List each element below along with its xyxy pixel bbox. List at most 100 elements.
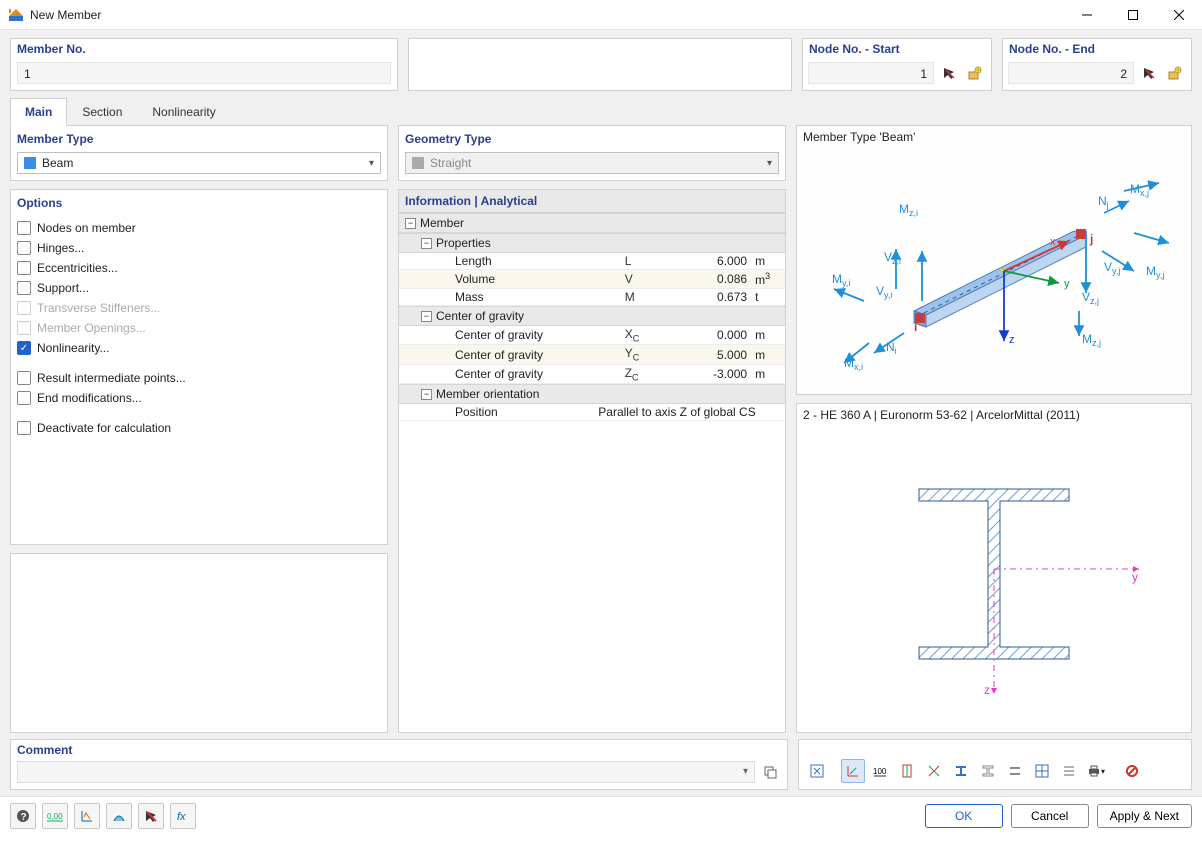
bottombar-right: OK Cancel Apply & Next	[925, 804, 1192, 828]
close-button[interactable]	[1156, 0, 1202, 30]
expand-view-button[interactable]	[805, 759, 829, 783]
option-hinges[interactable]: Hinges...	[17, 238, 381, 258]
ok-button[interactable]: OK	[925, 804, 1003, 828]
section-preview-graphic: y z	[797, 426, 1191, 732]
section-preview-panel: 2 - HE 360 A | Euronorm 53-62 | ArcelorM…	[796, 403, 1192, 733]
view-grid-button[interactable]	[1030, 759, 1054, 783]
option-end-modifications[interactable]: End modifications...	[17, 388, 381, 408]
option-nonlinearity[interactable]: ✓ Nonlinearity...	[17, 338, 381, 358]
col-left: Member Type Beam ▾ Options Nodes on memb…	[10, 125, 388, 733]
checkbox-icon[interactable]	[17, 261, 31, 275]
tree-node-orientation[interactable]: − Member orientation	[399, 384, 785, 404]
option-result-intermediate[interactable]: Result intermediate points...	[17, 368, 381, 388]
member-no-panel: Member No. 1	[10, 38, 398, 91]
view-principal-axes-button[interactable]	[922, 759, 946, 783]
tabbar: Main Section Nonlinearity	[0, 97, 1202, 125]
checkbox-icon[interactable]: ✓	[17, 341, 31, 355]
titlebar: New Member	[0, 0, 1202, 30]
app-icon	[8, 7, 24, 23]
new-node-start-button[interactable]	[964, 62, 986, 84]
collapse-icon[interactable]: −	[421, 238, 432, 249]
help-button[interactable]: ?	[10, 803, 36, 829]
member-type-value: Beam	[42, 156, 73, 170]
preview-toolbar: 100 ▾	[798, 739, 1192, 790]
option-label: Member Openings...	[37, 321, 146, 335]
option-label: Transverse Stiffeners...	[37, 301, 160, 315]
svg-text:Vz,j: Vz,j	[1082, 290, 1099, 306]
option-label: Nonlinearity...	[37, 341, 109, 355]
cog-row: Center of gravityYC5.000m	[399, 345, 785, 364]
units-button[interactable]: 0,00	[42, 803, 68, 829]
pick-node-end-button[interactable]	[1138, 62, 1160, 84]
svg-text:Ni: Ni	[886, 340, 897, 356]
view-axes-button[interactable]	[841, 759, 865, 783]
collapse-icon[interactable]: −	[421, 389, 432, 400]
apply-next-button[interactable]: Apply & Next	[1097, 804, 1192, 828]
tree-node-member[interactable]: − Member	[399, 213, 785, 233]
checkbox-icon	[17, 301, 31, 315]
shear-diagram-button[interactable]	[106, 803, 132, 829]
checkbox-icon[interactable]	[17, 281, 31, 295]
new-node-end-button[interactable]	[1164, 62, 1186, 84]
tab-nonlinearity[interactable]: Nonlinearity	[137, 98, 230, 126]
content-row: Member Type Beam ▾ Options Nodes on memb…	[0, 125, 1202, 739]
minimize-button[interactable]	[1064, 0, 1110, 30]
tab-main[interactable]: Main	[10, 98, 67, 126]
maximize-button[interactable]	[1110, 0, 1156, 30]
pick-node-start-button[interactable]	[938, 62, 960, 84]
reset-view-button[interactable]	[1120, 759, 1144, 783]
cancel-button[interactable]: Cancel	[1011, 804, 1089, 828]
view-section-axes-button[interactable]	[895, 759, 919, 783]
options-list: Nodes on memberHinges...Eccentricities..…	[11, 214, 387, 442]
view-plate-button[interactable]	[1003, 759, 1027, 783]
geometry-type-panel: Geometry Type Straight ▾	[398, 125, 786, 181]
option-label: End modifications...	[37, 391, 142, 405]
option-nodes-on-member[interactable]: Nodes on member	[17, 218, 381, 238]
svg-text:z: z	[984, 683, 990, 697]
member-type-select[interactable]: Beam ▾	[17, 152, 381, 174]
svg-text:Mx,j: Mx,j	[1130, 182, 1149, 198]
member-type-swatch-icon	[24, 157, 36, 169]
view-ibeam-filled-button[interactable]	[949, 759, 973, 783]
option-label: Result intermediate points...	[37, 371, 186, 385]
tree-node-cog[interactable]: − Center of gravity	[399, 306, 785, 326]
tree-label-cog: Center of gravity	[436, 309, 524, 323]
geometry-type-value: Straight	[430, 156, 471, 170]
view-list-button[interactable]	[1057, 759, 1081, 783]
delete-member-button[interactable]	[138, 803, 164, 829]
option-support[interactable]: Support...	[17, 278, 381, 298]
checkbox-icon[interactable]	[17, 391, 31, 405]
node-start-input[interactable]: 1	[808, 62, 934, 84]
view-dimensions-button[interactable]: 100	[868, 759, 892, 783]
orientation-value: Parallel to axis Z of global CS	[569, 404, 785, 421]
copy-comment-button[interactable]	[759, 761, 781, 783]
svg-text:x: x	[1050, 236, 1056, 248]
comment-label: Comment	[11, 740, 787, 761]
collapse-icon[interactable]: −	[421, 311, 432, 322]
svg-text:fx: fx	[177, 811, 186, 823]
option-label: Support...	[37, 281, 89, 295]
svg-text:Mz,i: Mz,i	[899, 202, 918, 218]
function-button[interactable]: fx	[170, 803, 196, 829]
comment-input[interactable]: ▾	[17, 761, 755, 783]
member-axis-button[interactable]	[74, 803, 100, 829]
option-eccentricities[interactable]: Eccentricities...	[17, 258, 381, 278]
collapse-icon[interactable]: −	[405, 218, 416, 229]
checkbox-icon[interactable]	[17, 221, 31, 235]
checkbox-icon[interactable]	[17, 421, 31, 435]
checkbox-icon[interactable]	[17, 371, 31, 385]
chevron-down-icon: ▾	[369, 158, 374, 169]
option-deactivate[interactable]: Deactivate for calculation	[17, 418, 381, 438]
geometry-type-select: Straight ▾	[405, 152, 779, 174]
node-start-label: Node No. - Start	[803, 39, 991, 60]
checkbox-icon[interactable]	[17, 241, 31, 255]
tab-section[interactable]: Section	[67, 98, 137, 126]
col-middle: Geometry Type Straight ▾ Information | A…	[398, 125, 786, 733]
tree-node-properties[interactable]: − Properties	[399, 233, 785, 253]
view-ibeam-outline-button[interactable]	[976, 759, 1000, 783]
node-end-input[interactable]: 2	[1008, 62, 1134, 84]
member-no-input[interactable]: 1	[17, 62, 391, 84]
bottombar-left: ? 0,00 fx	[10, 803, 196, 829]
tree-label-properties: Properties	[436, 236, 491, 250]
print-button[interactable]: ▾	[1084, 759, 1108, 783]
